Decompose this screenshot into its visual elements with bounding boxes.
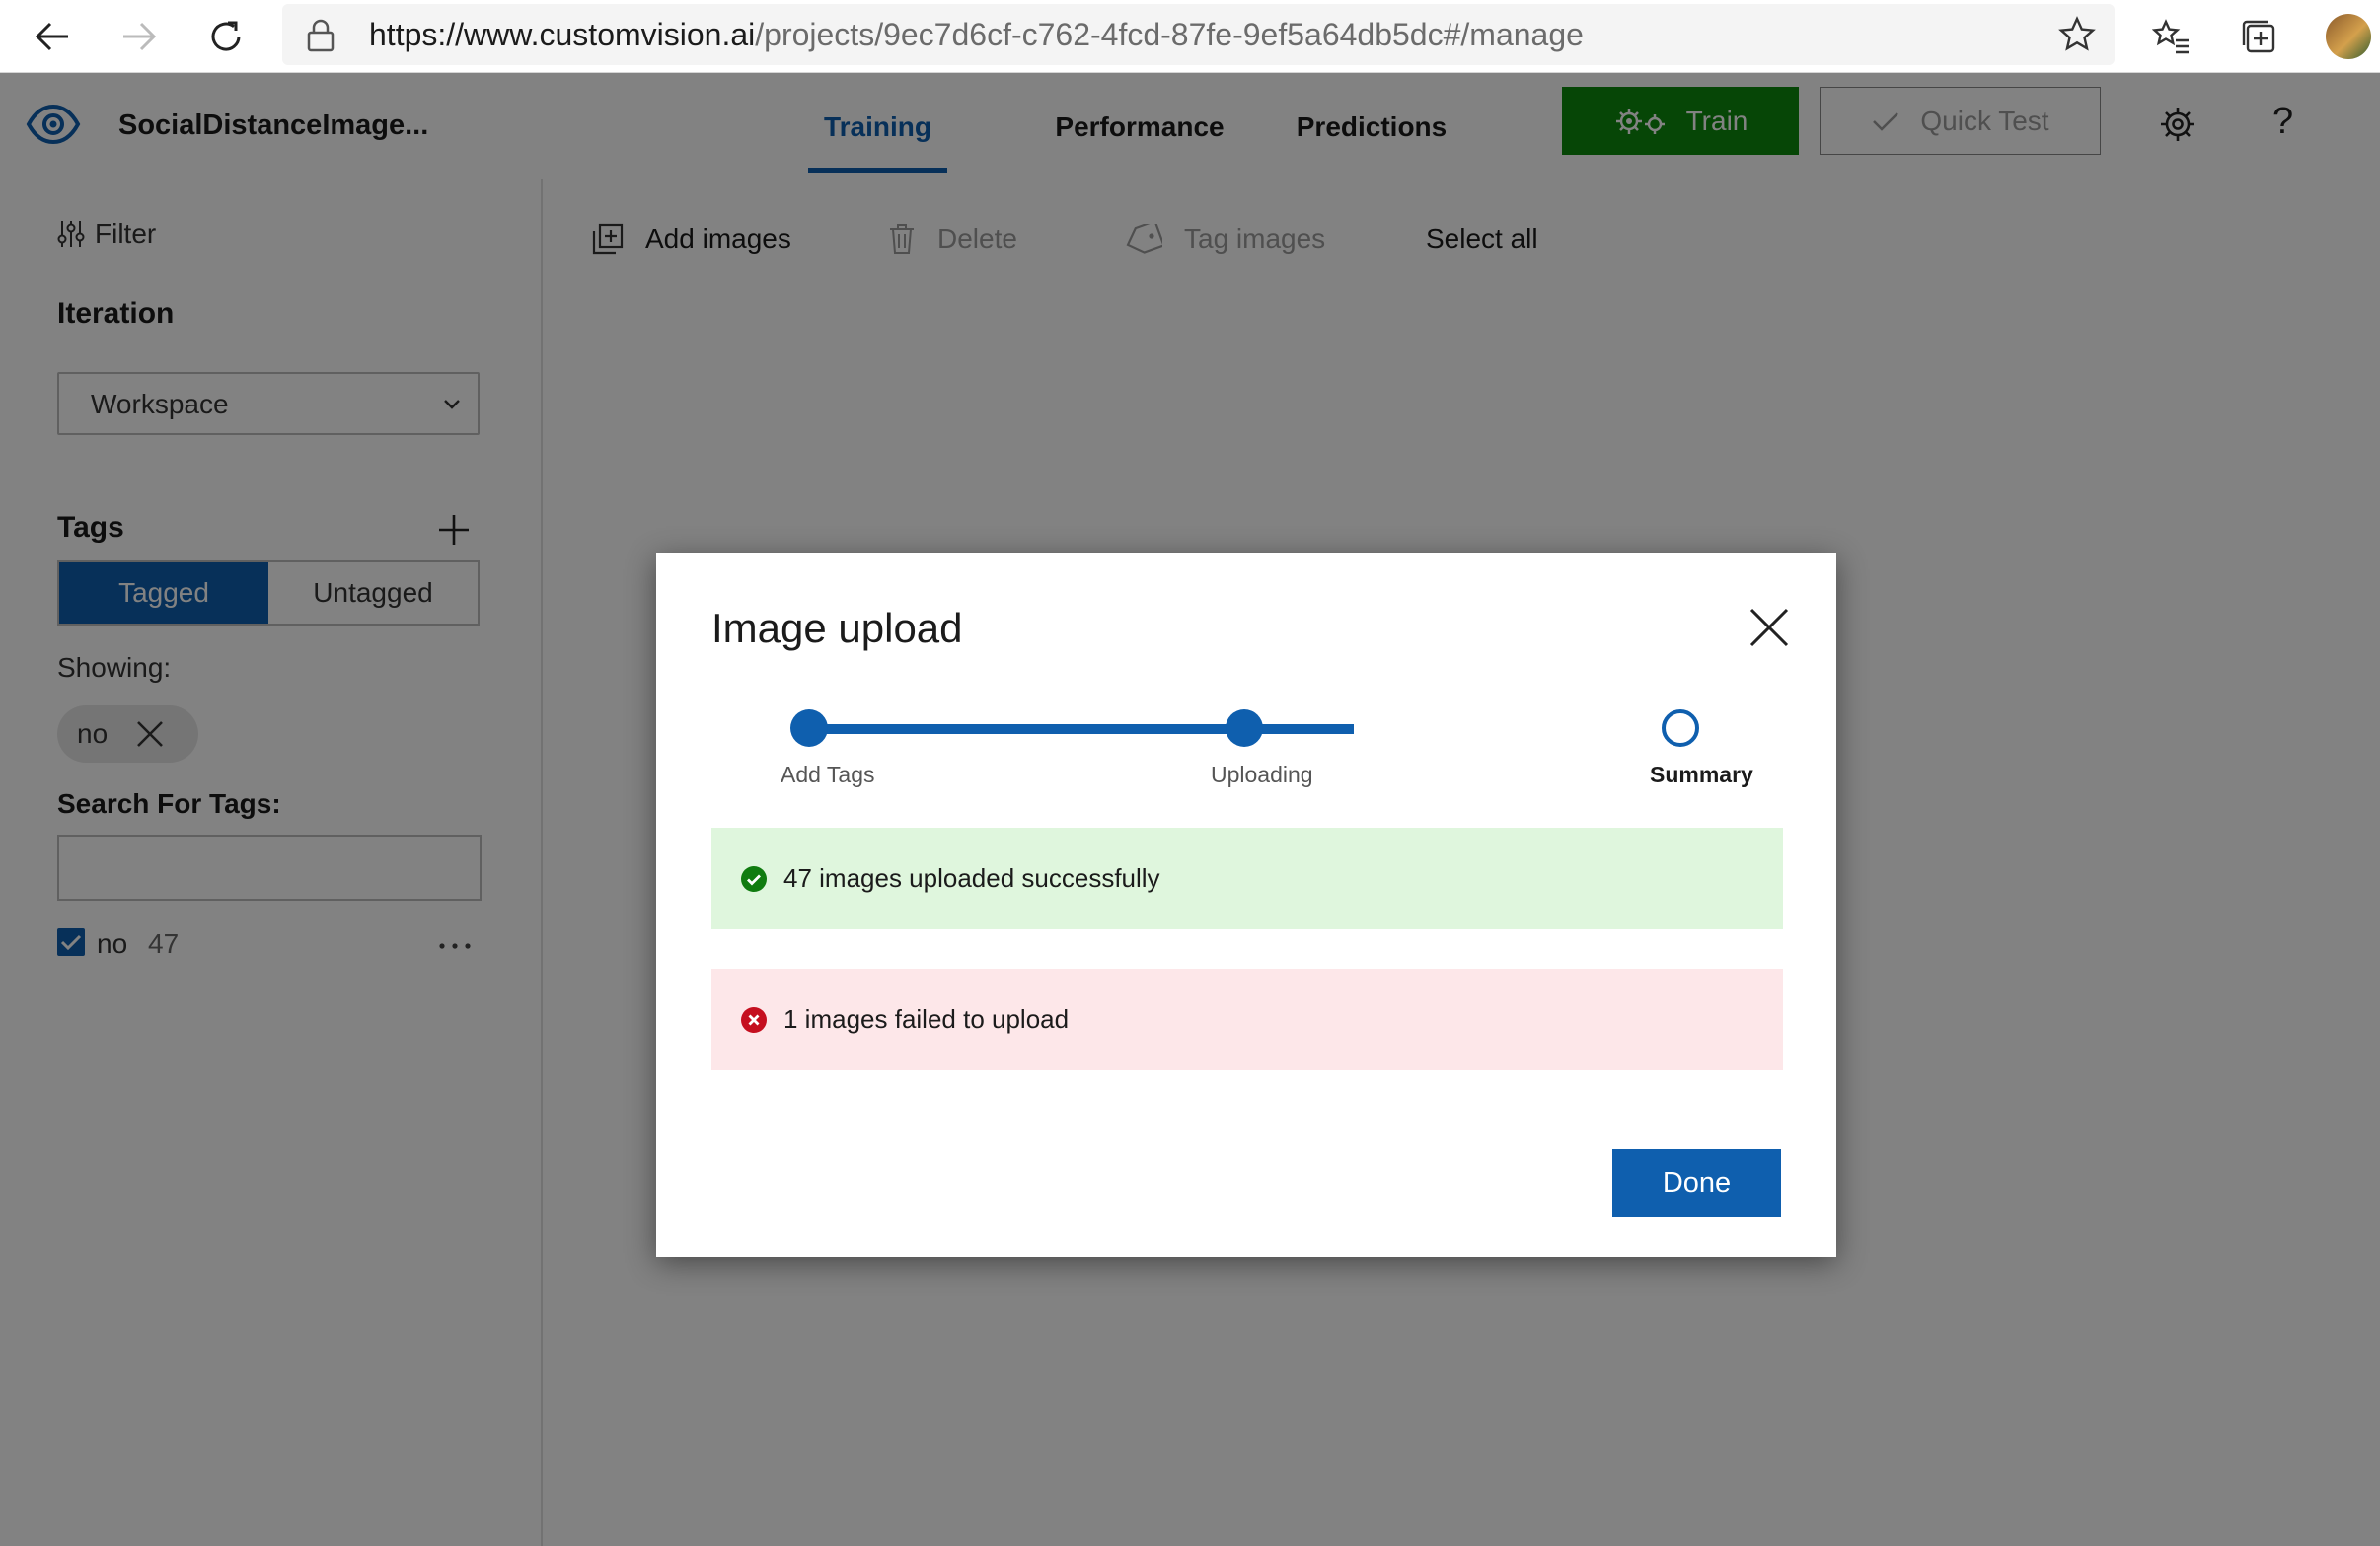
step-label-summary: Summary [1650, 762, 1753, 787]
url-text: https://www.customvision.ai/projects/9ec… [369, 17, 1584, 52]
step-dot-summary [1662, 709, 1699, 747]
refresh-icon[interactable] [199, 10, 253, 63]
favorite-star-icon[interactable] [2058, 16, 2096, 53]
success-message-bar: 47 images uploaded successfully [711, 828, 1783, 929]
close-icon[interactable] [1747, 605, 1792, 650]
step-dot-uploading [1226, 709, 1263, 747]
forward-icon[interactable] [112, 10, 166, 63]
step-label-uploading: Uploading [1211, 762, 1313, 787]
done-button[interactable]: Done [1612, 1149, 1781, 1217]
error-message-text: 1 images failed to upload [783, 1004, 1070, 1034]
success-message-text: 47 images uploaded successfully [783, 863, 1160, 893]
favorites-icon[interactable] [2145, 10, 2198, 63]
collections-icon[interactable] [2232, 10, 2285, 63]
profile-avatar[interactable] [2326, 14, 2371, 59]
step-label-add-tags: Add Tags [781, 762, 875, 787]
image-upload-dialog: Image upload Add Tags Uploading Summary … [656, 553, 1836, 1257]
step-dot-add-tags [790, 709, 828, 747]
dialog-title: Image upload [711, 605, 963, 651]
address-bar[interactable]: https://www.customvision.ai/projects/9ec… [282, 4, 2115, 65]
lock-icon [306, 18, 335, 53]
stepper-track [791, 724, 1354, 734]
success-check-icon [741, 865, 767, 892]
error-message-bar: 1 images failed to upload [711, 969, 1783, 1070]
error-x-icon [741, 1006, 767, 1033]
browser-toolbar: https://www.customvision.ai/projects/9ec… [0, 0, 2380, 73]
back-icon[interactable] [26, 10, 79, 63]
